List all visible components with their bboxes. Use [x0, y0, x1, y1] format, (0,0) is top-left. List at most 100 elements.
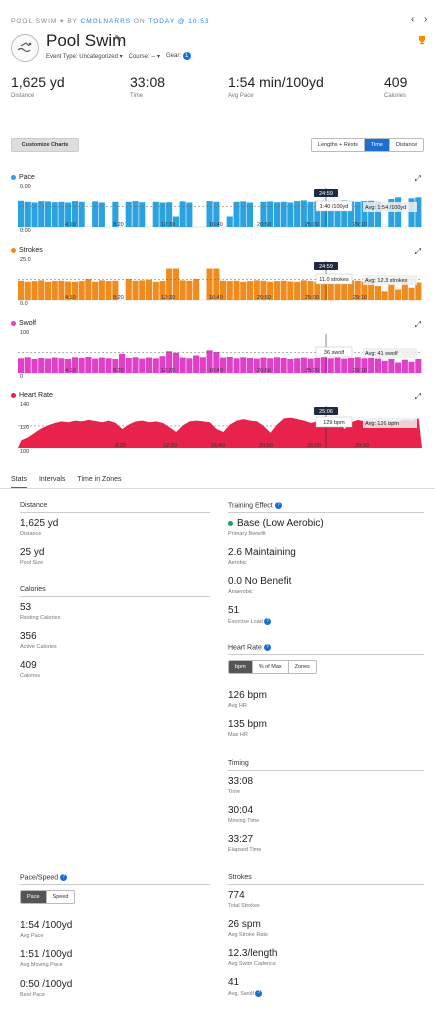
chart-bar [98, 357, 105, 373]
swolf-chart-title: Swolf [11, 320, 36, 327]
chart-bar [327, 358, 334, 373]
chart-bar [280, 201, 287, 227]
expand-icon[interactable]: ⤢ [415, 392, 421, 402]
stat-exercise-load: 51 Exercise Load ? [228, 605, 272, 625]
lengths-rests-button[interactable]: Lengths + Rests [312, 139, 364, 151]
chart-bar [246, 202, 253, 227]
tabs-divider [0, 488, 435, 489]
avg-label: Avg: 1:54 /100yd [365, 205, 406, 211]
edit-pencil-icon[interactable]: ✎ [114, 34, 122, 45]
hr-y-max: 140 [20, 402, 30, 408]
chart-bar [408, 287, 415, 301]
time-button[interactable]: Time [363, 139, 389, 151]
chevron-right-icon[interactable]: › [424, 14, 427, 25]
stat-total-strokes: 774 Total Strokes [228, 890, 260, 909]
chart-bar [139, 202, 146, 227]
course-dropdown[interactable]: Course: -- ▾ [129, 53, 160, 60]
cursor-time-label: 24:59 [319, 191, 333, 197]
chart-bar [233, 358, 240, 373]
distance-button[interactable]: Distance [388, 139, 424, 151]
help-icon[interactable]: ? [274, 502, 282, 509]
activity-type-icon [11, 34, 39, 62]
bpm-button[interactable]: bpm [229, 661, 252, 673]
chart-bar [193, 355, 200, 373]
y-tick-label: 0 [20, 374, 23, 380]
stat-avg-pace: 1:54 /100yd Avg Pace [20, 920, 73, 939]
chart-bar [31, 359, 38, 373]
activity-page: POOL SWIM ▾ BY CMOLNARRS ON TODAY @ 10:5… [0, 0, 435, 1024]
chart-bar [78, 201, 85, 227]
chart-bar [85, 356, 92, 373]
chart-bar [18, 358, 25, 373]
chart-bar [186, 358, 193, 373]
stat-anaerobic: 0.0 No Benefit Anaerobic [228, 576, 292, 595]
chart-bar [341, 281, 348, 300]
stat-aerobic: 2.6 Maintaining Aerobic [228, 547, 296, 566]
x-tick-label: 25:00 [305, 368, 319, 374]
chart-bar [240, 281, 247, 300]
x-tick-label: 16:40 [209, 222, 223, 228]
date-link[interactable]: TODAY @ 10:53 [148, 18, 209, 25]
help-icon[interactable]: ? [60, 874, 68, 881]
help-icon[interactable]: ? [263, 644, 271, 651]
user-link[interactable]: CMOLNARRS [81, 18, 132, 25]
chart-bar [341, 358, 348, 373]
chart-bar [401, 359, 408, 373]
expand-icon[interactable]: ⤢ [415, 247, 421, 257]
x-tick-label: 29:10 [353, 295, 367, 301]
timing-heading: Timing [228, 760, 424, 771]
chart-bar [92, 281, 99, 300]
percent-max-button[interactable]: % of Max [251, 661, 288, 673]
pace-speed-heading: Pace/Speed ? [20, 874, 210, 886]
x-tick-label: 20:50 [257, 368, 271, 374]
chevron-left-icon[interactable]: ‹ [411, 14, 414, 25]
stat-avg-swolf: 41 Avg. Swolf ? [228, 977, 263, 997]
chart-bar [44, 201, 51, 227]
chart-bar [24, 281, 31, 300]
chart-bar [179, 280, 186, 300]
chart-svg: 4:10 8:20 12:30 16:40 20:50 25:00 29:10 0 36 swo… [18, 334, 422, 380]
pace-button[interactable]: Pace [21, 891, 46, 903]
stat-resting-calories: 53 Resting Calories [20, 602, 61, 621]
activity-type-dropdown[interactable]: POOL SWIM ▾ [11, 18, 64, 25]
chart-bar [105, 281, 112, 300]
expand-icon[interactable]: ⤢ [415, 174, 421, 184]
x-tick-label: 25:00 [305, 222, 319, 228]
x-tick-label: 29:10 [355, 443, 369, 449]
zones-button[interactable]: Zones [287, 661, 316, 673]
chart-bar [246, 281, 253, 300]
cursor-value-label: 1:40 /100yd [320, 204, 349, 210]
x-axis-toggle: Lengths + Rests Time Distance [311, 138, 425, 152]
expand-icon[interactable]: ⤢ [415, 320, 421, 330]
strokes-heading: Strokes [228, 874, 424, 885]
heart-rate-chart: 8:20 12:30 16:40 20:50 25:00 29:10 100 120 25:06… [0, 392, 435, 454]
x-tick-label: 12:30 [161, 222, 175, 228]
chart-bar [44, 358, 51, 373]
chart-bar [179, 357, 186, 373]
strokes-chart-title: Strokes [11, 247, 43, 254]
chart-bar [92, 358, 99, 373]
chart-bar [44, 281, 51, 300]
chart-bar [193, 279, 200, 300]
event-type-dropdown[interactable]: Event Type: Uncategorized ▾ [46, 53, 123, 60]
stat-time: 33:08 Time [228, 776, 254, 795]
gear-link[interactable]: Gear: 1 [166, 52, 191, 60]
x-tick-label: 12:30 [161, 295, 175, 301]
chart-bar [273, 202, 280, 227]
chart-bar [226, 356, 233, 373]
chart-bar [334, 357, 341, 373]
chart-bar [374, 358, 381, 373]
heart-rate-chart-title: Heart Rate [11, 392, 53, 399]
chart-bar [105, 358, 112, 373]
breadcrumb: POOL SWIM ▾ BY CMOLNARRS ON TODAY @ 10:5… [11, 18, 210, 25]
speed-button[interactable]: Speed [45, 891, 75, 903]
help-icon[interactable]: ? [255, 990, 263, 997]
avg-label: Avg: 41 swolf [365, 351, 398, 357]
help-icon[interactable]: ? [264, 618, 272, 625]
x-tick-label: 4:10 [65, 222, 76, 228]
trophy-icon[interactable] [417, 35, 427, 45]
chart-bar [294, 358, 301, 373]
chart-bar [327, 281, 334, 301]
chart-bar [240, 357, 247, 374]
customize-charts-button[interactable]: Customize Charts [11, 138, 79, 152]
